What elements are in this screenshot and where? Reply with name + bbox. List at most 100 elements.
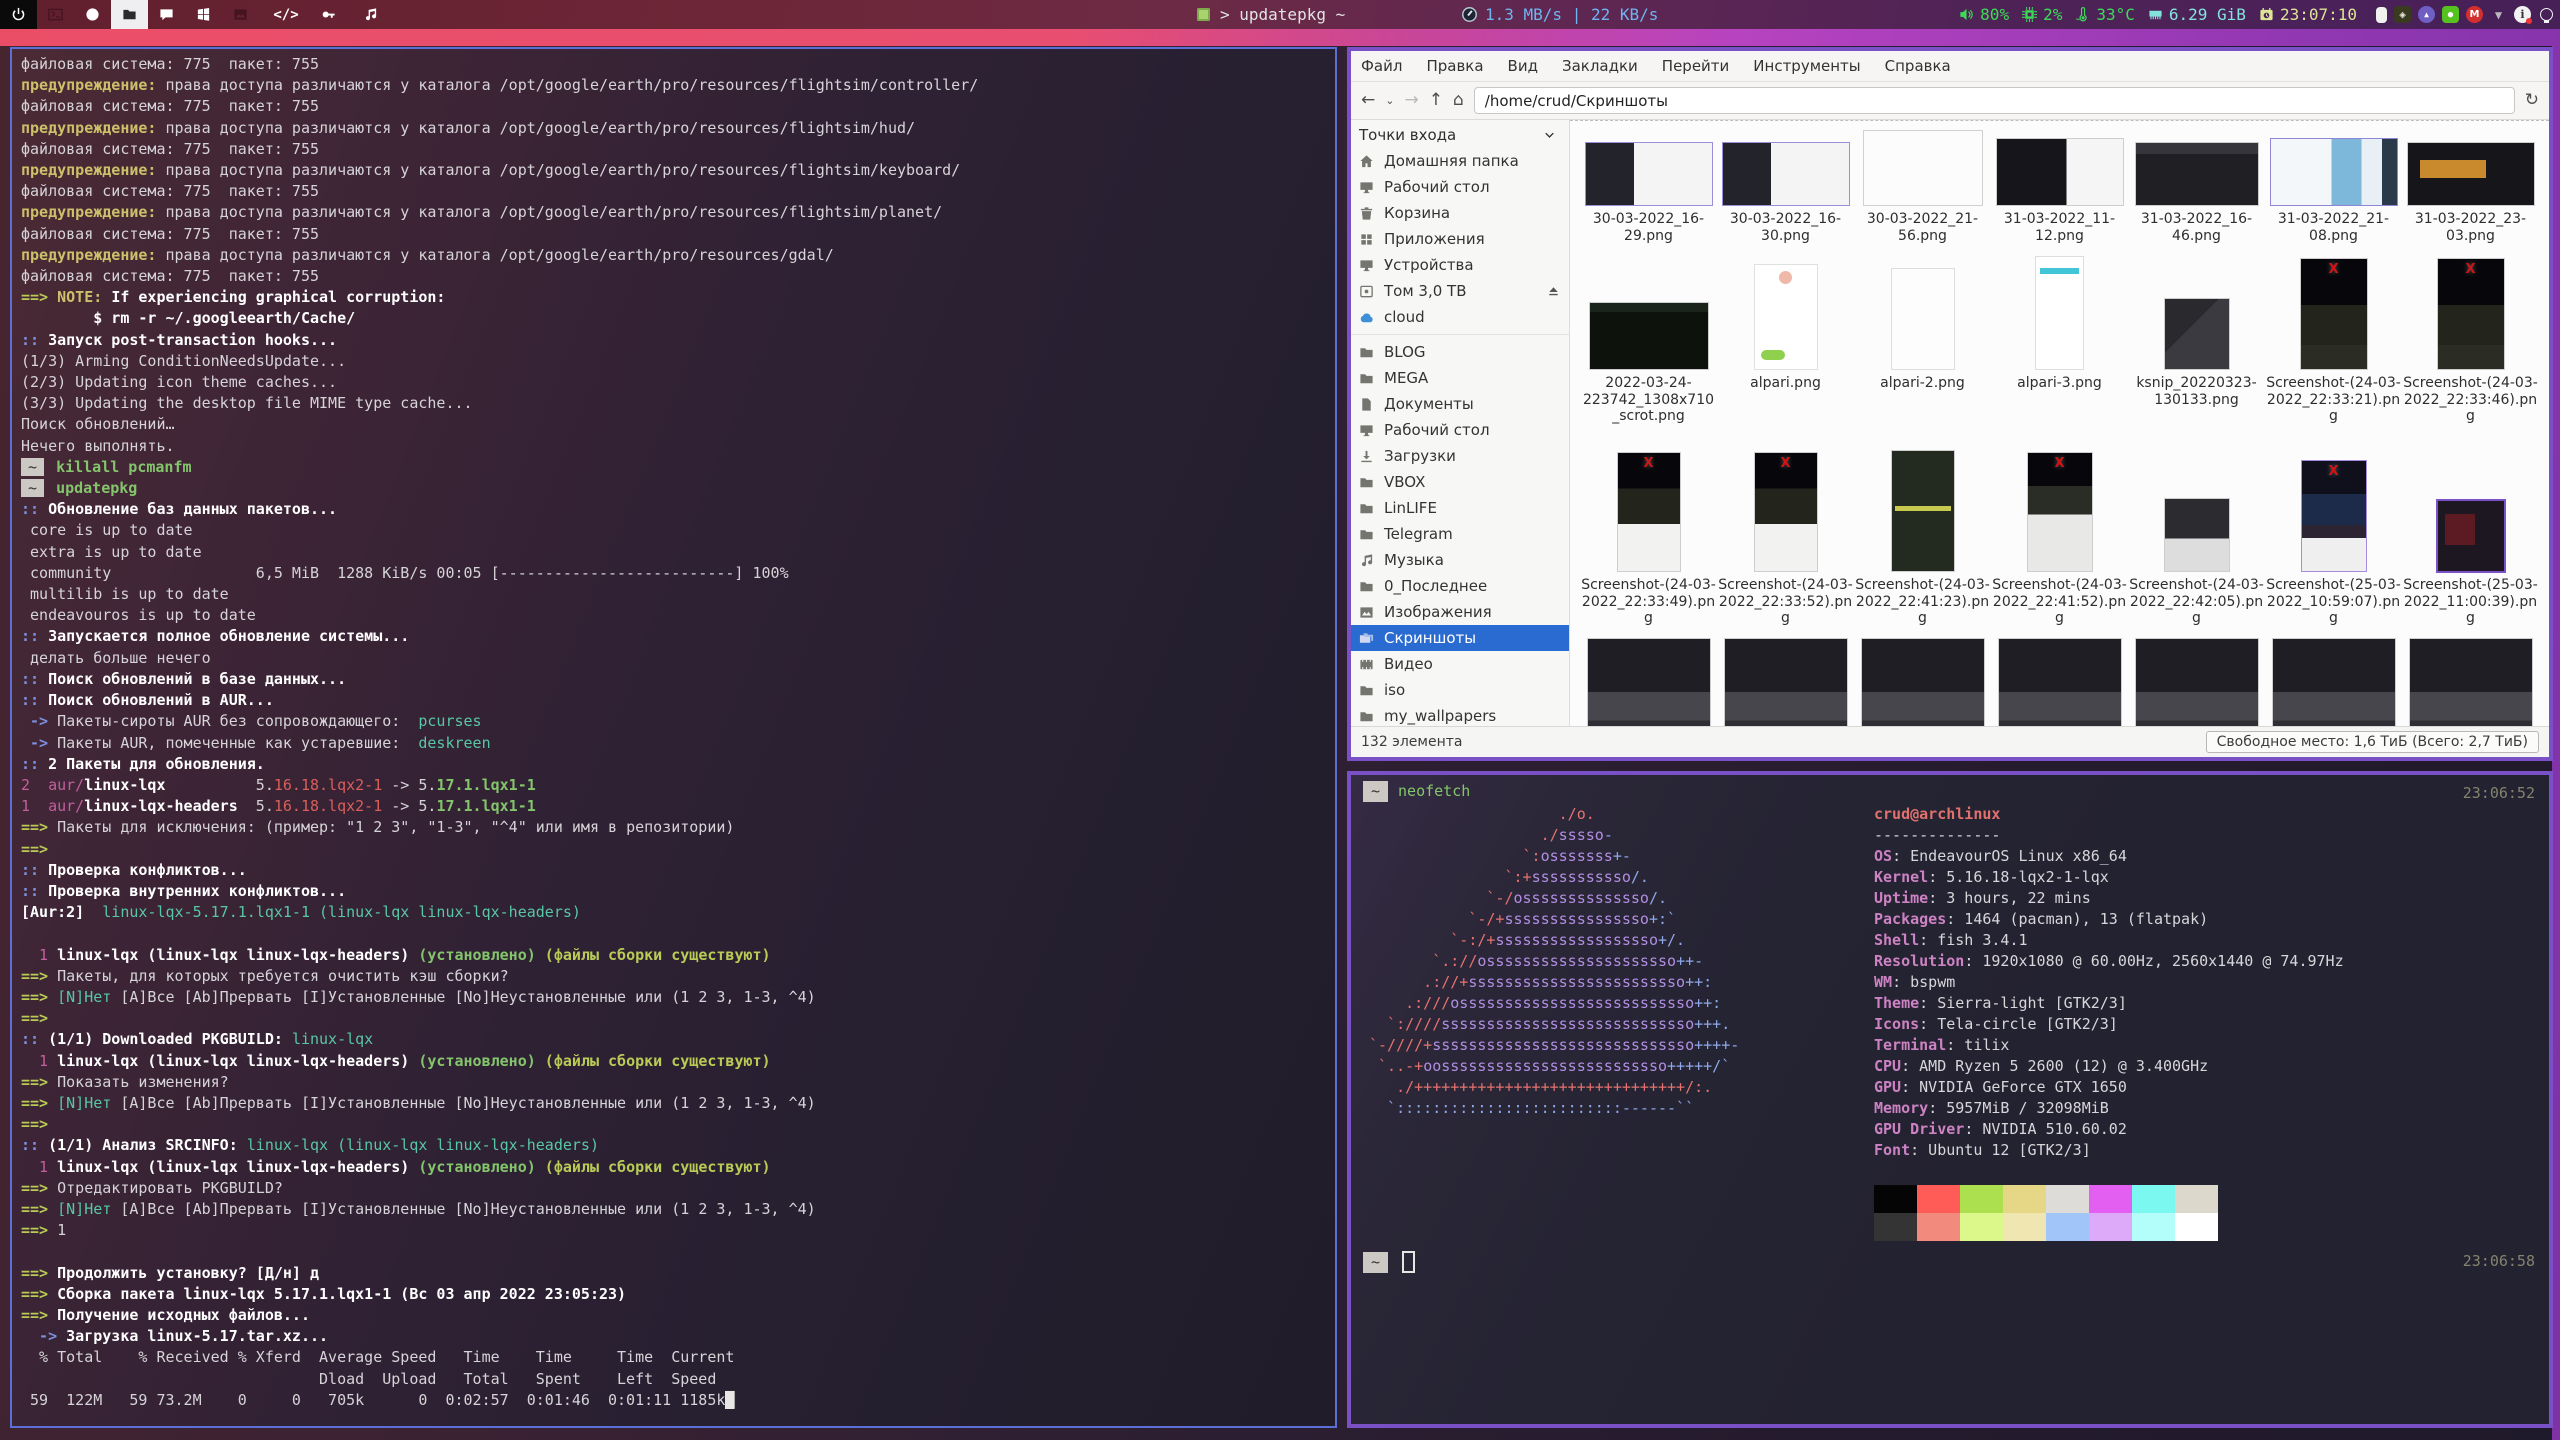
file-item[interactable]: Screenshot-(24-03-2022_22:41:52).png <box>1991 445 2128 635</box>
arrow-tray-icon[interactable]: ▲ <box>2418 6 2435 23</box>
path-bar[interactable]: /home/crud/Скриншоты <box>1474 87 2515 114</box>
file-thumbnail <box>1999 639 2121 726</box>
sidebar-item-devices[interactable]: Устройства <box>1351 252 1569 278</box>
music-icon[interactable] <box>349 0 391 29</box>
sidebar-item-cloud[interactable]: cloud <box>1351 304 1569 330</box>
info-row: GPU Driver: NVIDIA 510.60.02 <box>1874 1119 2344 1140</box>
chat-workspace-icon[interactable] <box>148 0 185 29</box>
file-thumbnail <box>2028 453 2092 571</box>
file-thumbnail <box>1864 131 1982 205</box>
file-item[interactable]: Screenshot-(25-03-2022_11:00:39).png <box>2402 445 2539 635</box>
menu-Закладки[interactable]: Закладки <box>1562 57 1638 75</box>
file-item[interactable]: 2022-03-24-223742_1308x710_scrot.png <box>1580 249 1717 445</box>
info-row: Kernel: 5.16.18-lqx2-1-lqx <box>1874 867 2344 888</box>
back-button[interactable]: ← <box>1361 92 1375 109</box>
windows-workspace-icon[interactable] <box>185 0 222 29</box>
sidebar-item-volume[interactable]: Том 3,0 ТВ <box>1351 278 1569 304</box>
file-manager-toolbar: ← ⌄ → ↑ ⌂ /home/crud/Скриншоты ↻ <box>1351 82 2549 120</box>
image-workspace-icon[interactable] <box>222 0 259 29</box>
menu-Файл[interactable]: Файл <box>1361 57 1402 75</box>
sidebar-item-downloads[interactable]: Загрузки <box>1351 443 1569 469</box>
file-item[interactable]: Screenshot-(25-03-2022_10:59:07).png <box>2265 445 2402 635</box>
sidebar-item-vbox[interactable]: VBOX <box>1351 469 1569 495</box>
sidebar-item-wallpapers[interactable]: my_wallpapers <box>1351 703 1569 726</box>
file-item[interactable]: 31-03-2022_21-08.png <box>2265 127 2402 249</box>
info-label: Font <box>1874 1141 1910 1159</box>
menu-Инструменты[interactable]: Инструменты <box>1753 57 1860 75</box>
diamond-tray-icon[interactable]: ◈ <box>2394 6 2411 23</box>
feed-tray-icon[interactable]: ● <box>2442 6 2459 23</box>
file-item[interactable]: Screenshot-(24-03-2022_22:41:23).png <box>1854 445 1991 635</box>
sidebar-item-documents[interactable]: Документы <box>1351 391 1569 417</box>
sidebar-item-desktop[interactable]: Рабочий стол <box>1351 174 1569 200</box>
sidebar-item-screenshots[interactable]: Скриншоты <box>1351 625 1569 651</box>
file-name: 31-03-2022_21-08.png <box>2265 211 2402 244</box>
tri-tray-icon[interactable]: ▼ <box>2490 6 2507 23</box>
power-workspace-icon[interactable] <box>0 0 37 29</box>
file-item[interactable] <box>2128 635 2265 726</box>
file-item[interactable]: 30-03-2022_16-30.png <box>1717 127 1854 249</box>
sidebar-item-last[interactable]: 0_Последнее <box>1351 573 1569 599</box>
menu-Вид[interactable]: Вид <box>1508 57 1538 75</box>
sidebar-item-mega[interactable]: MEGA <box>1351 365 1569 391</box>
sidebar-item-blog[interactable]: BLOG <box>1351 339 1569 365</box>
sidebar-item-telegram[interactable]: Telegram <box>1351 521 1569 547</box>
file-item[interactable]: alpari-3.png <box>1991 249 2128 445</box>
menu-Справка[interactable]: Справка <box>1885 57 1951 75</box>
menu-Перейти[interactable]: Перейти <box>1662 57 1730 75</box>
file-item[interactable]: 30-03-2022_16-29.png <box>1580 127 1717 249</box>
doc-icon <box>1359 396 1376 413</box>
file-item[interactable]: 31-03-2022_23-03.png <box>2402 127 2539 249</box>
sidebar-item-video[interactable]: Видео <box>1351 651 1569 677</box>
lamp-tray-icon[interactable] <box>2376 7 2387 23</box>
sidebar-item-desktop2[interactable]: Рабочий стол <box>1351 417 1569 443</box>
history-dropdown-icon[interactable]: ⌄ <box>1385 95 1394 106</box>
sidebar-item-home[interactable]: Домашняя папка <box>1351 148 1569 174</box>
up-button[interactable]: ↑ <box>1429 92 1443 109</box>
file-item[interactable]: ksnip_20220323-130133.png <box>2128 249 2265 445</box>
places-selector[interactable]: Точки входа <box>1351 123 1569 148</box>
terminal-workspace-icon[interactable] <box>37 0 74 29</box>
code-icon[interactable]: </> <box>265 0 307 29</box>
file-item[interactable] <box>1854 635 1991 726</box>
file-item[interactable]: alpari-2.png <box>1854 249 1991 445</box>
memory-indicator: 6.29 GiB <box>2148 5 2246 24</box>
file-item[interactable] <box>1717 635 1854 726</box>
sidebar-item-linlife[interactable]: LinLIFE <box>1351 495 1569 521</box>
key-icon[interactable] <box>307 0 349 29</box>
file-item[interactable]: Screenshot-(24-03-2022_22:33:49).png <box>1580 445 1717 635</box>
neofetch-terminal-window[interactable]: 23:06:52 ~ neofetch ./o. ./sssso- `:osss… <box>1347 771 2553 1428</box>
reload-button[interactable]: ↻ <box>2525 92 2539 109</box>
file-item[interactable] <box>2265 635 2402 726</box>
info-value: : 5.16.18-lqx2-1-lqx <box>1928 868 2109 886</box>
file-item[interactable]: Screenshot-(24-03-2022_22:33:21).png <box>2265 249 2402 445</box>
forward-button[interactable]: → <box>1404 92 1418 109</box>
m-tray-icon[interactable]: M <box>2466 6 2483 23</box>
eject-icon[interactable] <box>1546 284 1561 299</box>
files-workspace-icon[interactable] <box>111 0 148 29</box>
file-name: 30-03-2022_21-56.png <box>1854 211 1991 244</box>
sidebar-item-trash[interactable]: Корзина <box>1351 200 1569 226</box>
file-item[interactable]: Screenshot-(24-03-2022_22:33:46).png <box>2402 249 2539 445</box>
file-item[interactable]: 30-03-2022_21-56.png <box>1854 127 1991 249</box>
info-tray-icon[interactable]: i <box>2514 6 2531 23</box>
folder-icon <box>1359 526 1376 543</box>
sidebar-item-apps[interactable]: Приложения <box>1351 226 1569 252</box>
terminal-window[interactable]: файловая система: 775 пакет: 755предупре… <box>10 47 1337 1428</box>
desktop-icon <box>1359 422 1376 439</box>
sidebar-item-iso[interactable]: iso <box>1351 677 1569 703</box>
home-button[interactable]: ⌂ <box>1453 92 1464 109</box>
sidebar-item-music[interactable]: Музыка <box>1351 547 1569 573</box>
firefox-workspace-icon[interactable] <box>74 0 111 29</box>
file-item[interactable] <box>2402 635 2539 726</box>
bulb-tray-icon[interactable] <box>2538 6 2555 23</box>
file-item[interactable]: alpari.png <box>1717 249 1854 445</box>
file-item[interactable]: 31-03-2022_11-12.png <box>1991 127 2128 249</box>
file-item[interactable]: Screenshot-(24-03-2022_22:33:52).png <box>1717 445 1854 635</box>
file-item[interactable] <box>1991 635 2128 726</box>
file-item[interactable]: 31-03-2022_16-46.png <box>2128 127 2265 249</box>
menu-Правка[interactable]: Правка <box>1426 57 1483 75</box>
file-item[interactable] <box>1580 635 1717 726</box>
sidebar-item-pictures[interactable]: Изображения <box>1351 599 1569 625</box>
file-item[interactable]: Screenshot-(24-03-2022_22:42:05).png <box>2128 445 2265 635</box>
